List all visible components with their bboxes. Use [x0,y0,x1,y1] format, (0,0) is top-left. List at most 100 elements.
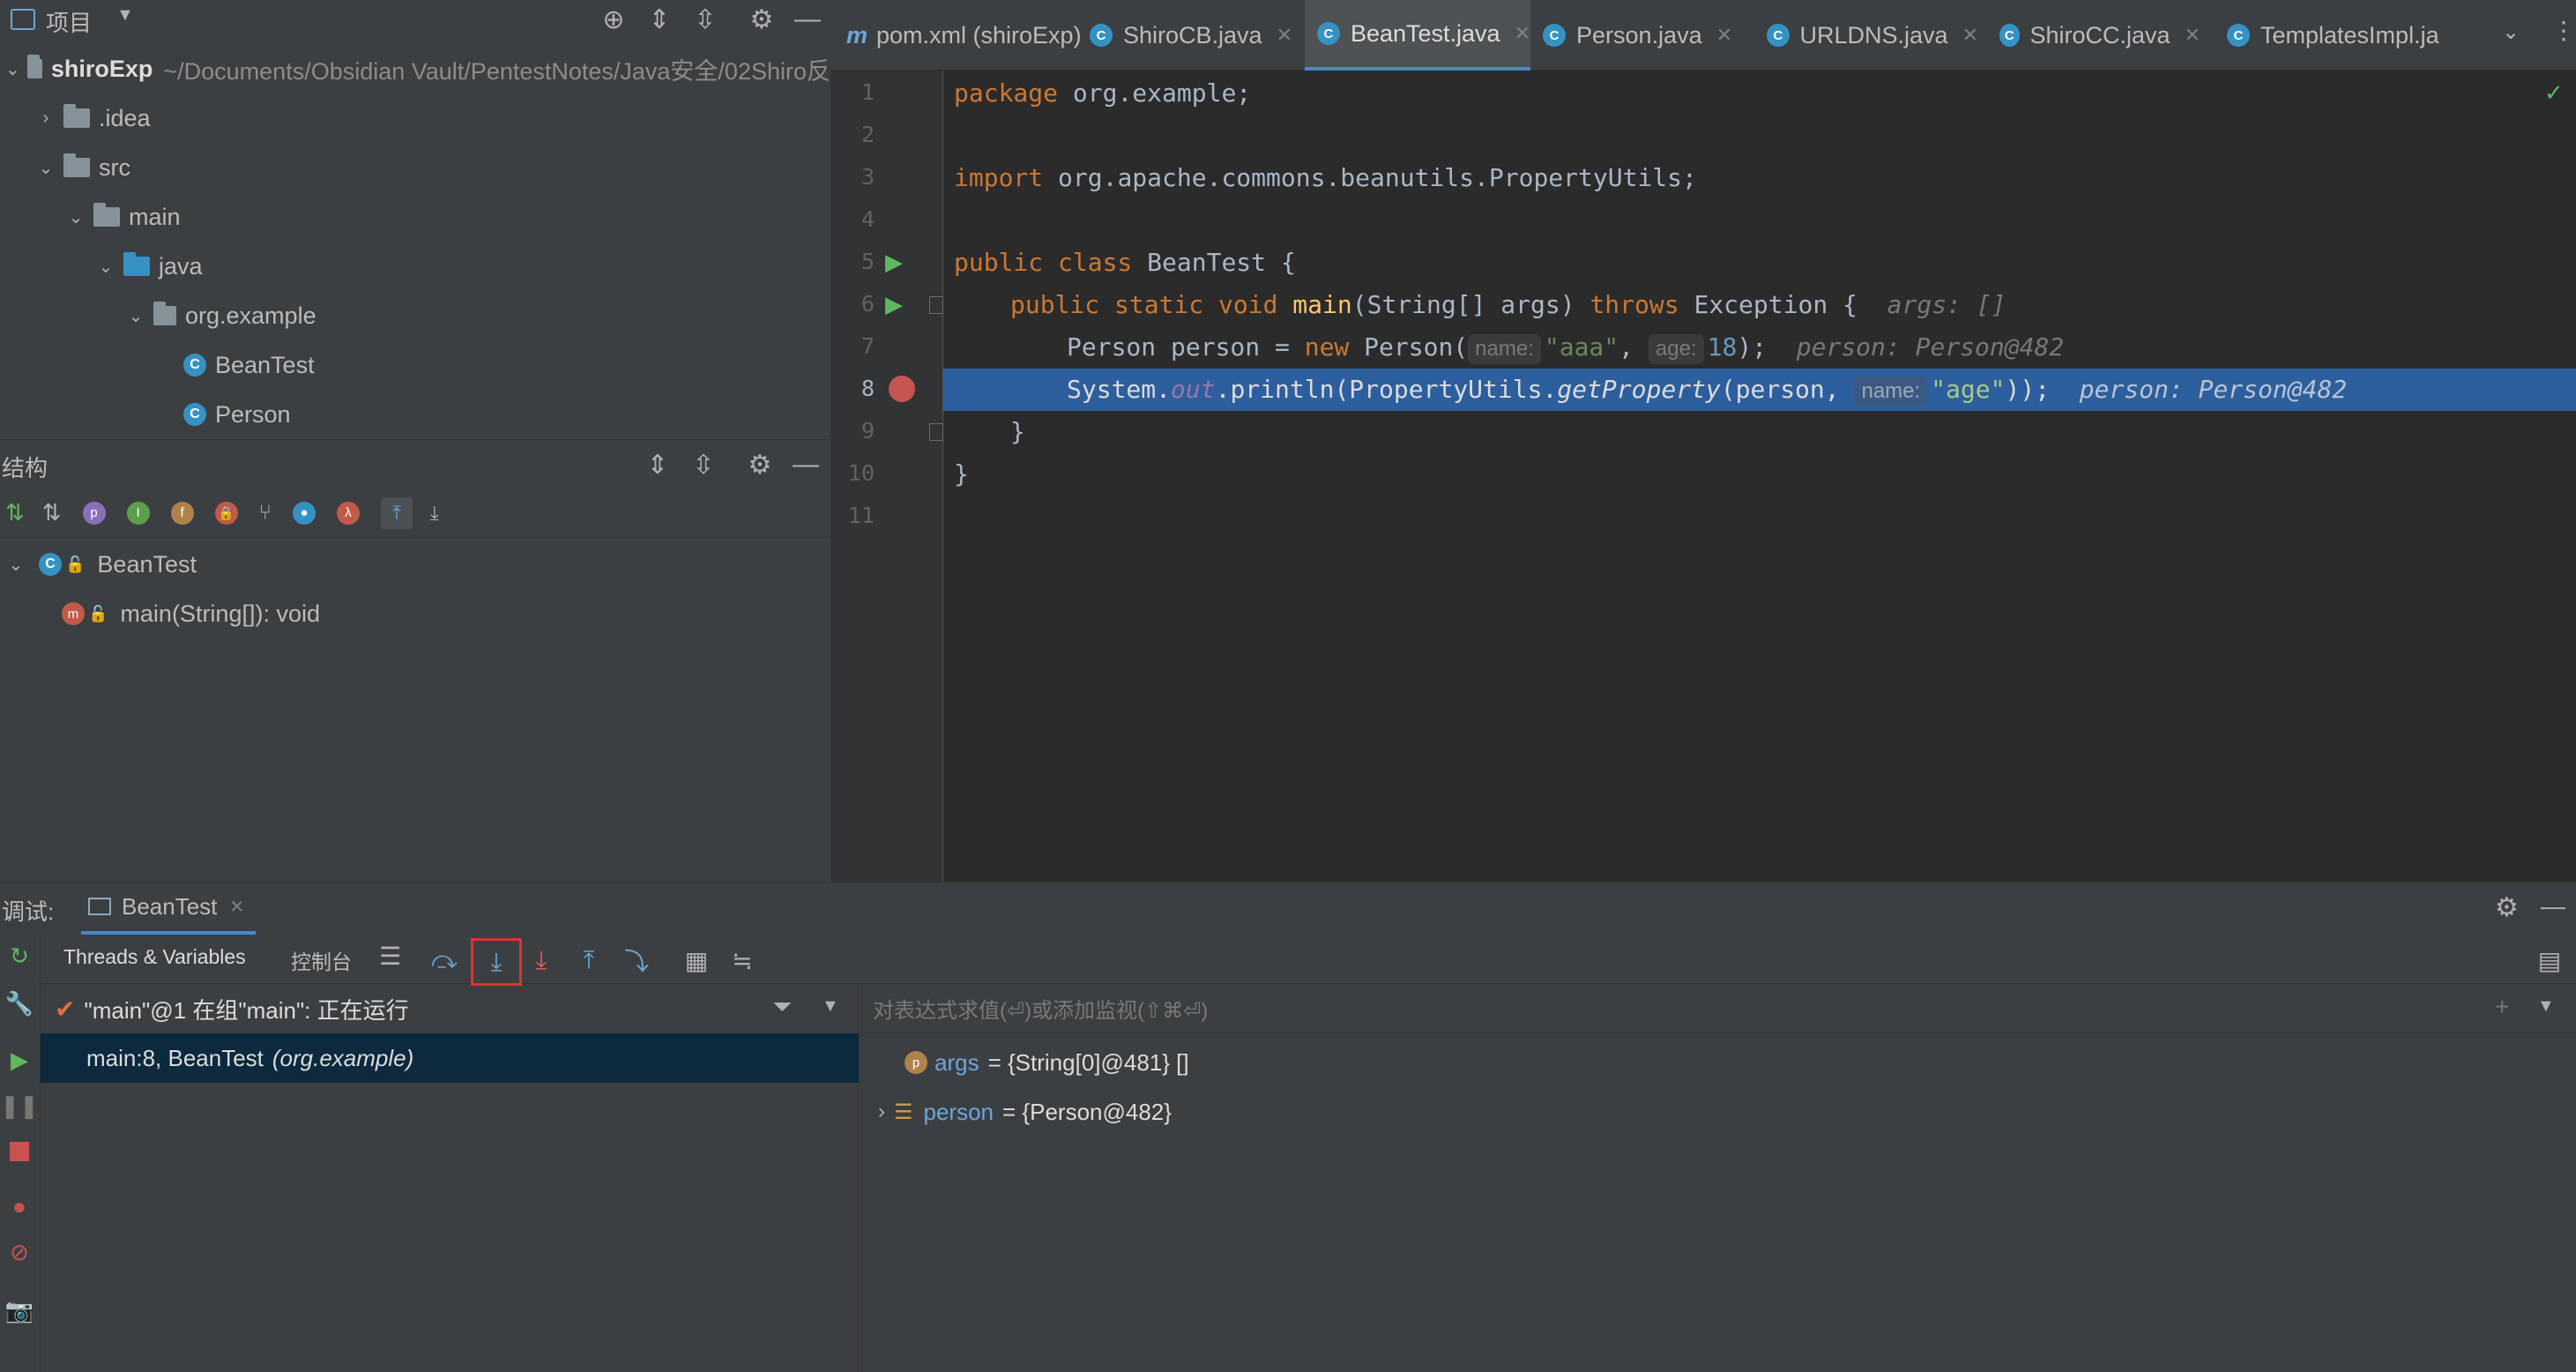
tree-item-org-example[interactable]: ⌄ org.example [0,291,830,340]
structure-class-row[interactable]: ⌄ C 🔓 BeanTest [0,540,830,589]
tree-item-idea[interactable]: › .idea [0,93,830,143]
close-icon[interactable]: ✕ [1716,24,1732,47]
sort-alpha-icon[interactable]: ⇅ [42,499,62,526]
mute-breakpoints-icon[interactable]: ⊘ [4,1236,35,1268]
locate-icon[interactable]: ⊕ [596,2,631,37]
autoscroll-to-source-icon[interactable]: ⤒ [381,496,413,529]
step-out-icon[interactable]: ⤒ [570,942,608,979]
rerun-icon[interactable]: ↻ [4,940,35,972]
run-icon[interactable]: ▶ [885,291,903,318]
minimize-icon[interactable]: — [2541,892,2565,921]
breakpoint-icon[interactable] [889,376,915,402]
tree-item-label: org.example [185,302,316,329]
close-icon[interactable]: ✕ [1277,24,1292,47]
variable-row[interactable]: › ☰ person = {Person@482} [859,1088,2576,1136]
chevron-right-icon[interactable]: › [878,1100,885,1124]
evaluate-expression-bar[interactable]: 对表达式求值(⏎)或添加监视(⇧⌘⏎) [859,984,2576,1033]
chevron-down-icon[interactable]: ⌄ [5,554,26,575]
close-icon[interactable]: ✕ [1962,24,1978,47]
show-lambdas-icon[interactable]: ● [293,501,316,525]
stop-icon[interactable] [4,1136,35,1167]
structure-method-name: main(String[]): void [120,600,320,627]
step-over-icon[interactable]: ⤼ [425,942,464,979]
chevron-right-icon[interactable]: › [35,108,56,129]
view-breakpoints-icon[interactable]: ● [4,1190,35,1222]
class-icon: C [2227,24,2250,47]
code-line-10: } [954,459,969,488]
show-properties-icon[interactable]: p [82,501,106,525]
tab-urldns[interactable]: C URLDNS.java ✕ [1767,0,1978,71]
tab-beantest[interactable]: C BeanTest.java ✕ [1305,0,1530,71]
sort-by-type-icon[interactable]: ⇅ [5,499,25,526]
minimize-icon[interactable]: — [790,2,825,37]
step-into-icon[interactable]: ⤓ [471,938,522,986]
chevron-down-icon[interactable]: ⌄ [2502,19,2520,45]
tree-item-main[interactable]: ⌄ main [0,192,830,242]
tab-shirocc[interactable]: C ShiroCC.java ✕ [1999,0,2200,71]
chevron-down-icon[interactable]: ▼ [822,996,839,1017]
variable-row[interactable]: p args = {String[0]@481} [] [859,1039,2576,1086]
collapse-all-icon[interactable]: ⇳ [688,2,723,37]
show-lambda-icon[interactable]: λ [337,501,360,525]
more-icon[interactable]: ⋮ [2551,16,2576,45]
tree-root[interactable]: ⌄ shiroExp ~/Documents/Obsidian Vault/Pe… [0,44,830,93]
gear-icon[interactable]: ⚙ [744,2,779,37]
evaluate-input[interactable]: 对表达式求值(⏎)或添加监视(⇧⌘⏎) [873,993,1208,1024]
tab-console[interactable]: 控制台 [291,945,352,975]
fold-icon[interactable] [929,296,943,314]
force-step-into-icon[interactable]: ⤓ [522,942,561,979]
frame-row[interactable]: main:8, BeanTest (org.example) [41,1033,859,1083]
chevron-down-icon[interactable]: ⌄ [95,256,116,277]
show-fields-icon[interactable]: f [170,501,194,525]
layout-icon[interactable]: ▤ [2530,942,2569,979]
tree-item-person[interactable]: C Person [0,390,830,439]
close-icon[interactable]: ✕ [2185,24,2200,47]
chevron-down-icon[interactable]: ▼ [116,5,134,26]
close-icon[interactable]: ✕ [229,896,244,918]
layout-menu-icon[interactable]: ☰ [379,942,401,971]
gear-icon[interactable]: ⚙ [2495,892,2519,923]
pause-icon[interactable]: ❚❚ [0,1090,39,1122]
gear-icon[interactable]: ⚙ [742,447,778,482]
tab-pom-xml[interactable]: m pom.xml (shiroExp) ✕ [846,0,1112,71]
collapse-all-icon[interactable]: ⇳ [686,447,721,482]
fold-icon[interactable] [929,423,943,441]
code-line-3: import org.apache.commons.beanutils.Prop… [954,163,1697,192]
show-inherited-icon[interactable]: I [126,501,150,525]
filter-icon[interactable]: ⏷ [772,993,792,1022]
tab-templatesimpl[interactable]: C TemplatesImpl.ja [2227,0,2447,71]
expand-all-icon[interactable]: ⇕ [642,2,677,37]
chevron-down-icon[interactable]: ▼ [2537,996,2555,1017]
trace-icon[interactable]: ≒ [723,942,762,979]
evaluate-table-icon[interactable]: ▦ [677,942,716,979]
project-view-icon[interactable] [11,9,35,30]
run-to-cursor-icon[interactable]: ⤵ [617,942,656,979]
add-watch-icon[interactable]: + [2495,993,2509,1021]
tab-threads-variables[interactable]: Threads & Variables [63,945,246,969]
project-title[interactable]: 项目 [46,5,92,38]
lock-open-icon: 🔓 [65,555,86,573]
tab-shirocb[interactable]: C ShiroCB.java ✕ [1090,0,1292,71]
camera-icon[interactable]: 📷 [4,1294,35,1326]
chevron-down-icon[interactable]: ⌄ [65,206,86,227]
tree-item-java[interactable]: ⌄ java [0,242,830,291]
autoscroll-from-source-icon[interactable]: ⤓ [430,502,439,525]
chevron-down-icon[interactable]: ⌄ [5,58,20,79]
debug-session-tab[interactable]: BeanTest ✕ [81,882,256,935]
tree-item-src[interactable]: ⌄ src [0,143,830,192]
run-icon[interactable]: ▶ [885,249,903,276]
tab-person[interactable]: C Person.java ✕ [1543,0,1742,71]
chevron-down-icon[interactable]: ⌄ [125,305,146,326]
structure-method-row[interactable]: m 🔓 main(String[]): void [0,589,830,638]
chevron-down-icon[interactable]: ⌄ [35,157,56,178]
wrench-icon[interactable]: 🔧 [4,988,35,1019]
expand-all-icon[interactable]: ⇕ [640,447,675,482]
thread-row[interactable]: ✔ "main"@1 在组"main": 正在运行 [41,984,859,1033]
resume-icon[interactable]: ▶ [4,1044,35,1076]
show-non-public-icon[interactable]: 🔒 [214,501,238,525]
tree-item-label: java [159,252,203,280]
tree-item-beantest[interactable]: C BeanTest [0,340,830,390]
minimize-icon[interactable]: — [788,447,823,482]
close-icon[interactable]: ✕ [1515,22,1530,45]
show-anonymous-icon[interactable]: ⑂ [259,501,272,526]
